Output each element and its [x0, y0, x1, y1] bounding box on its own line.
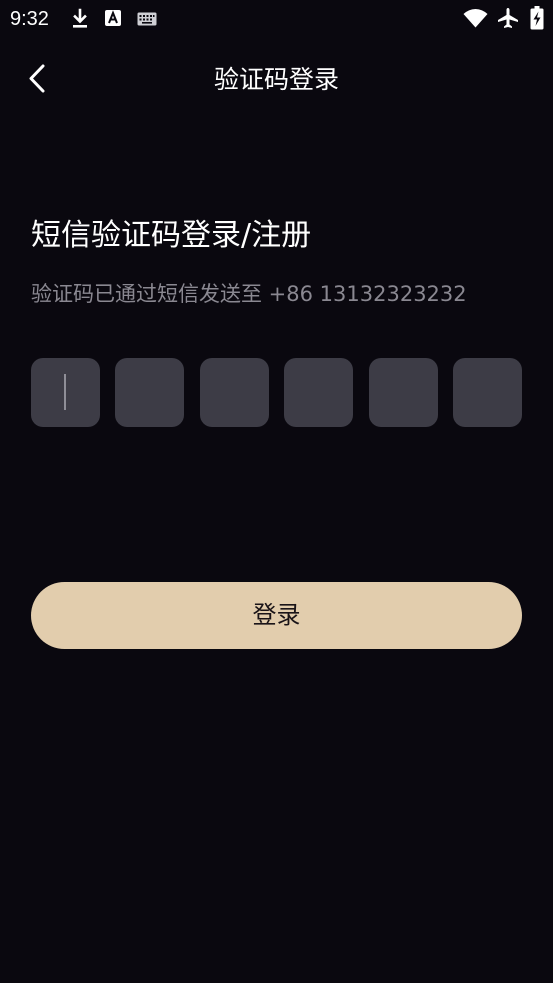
section-heading: 短信验证码登录/注册 — [31, 218, 312, 253]
download-icon — [70, 8, 90, 34]
header: 验证码登录 — [0, 50, 553, 110]
code-digit-box[interactable] — [115, 358, 185, 427]
login-button[interactable]: 登录 — [31, 582, 522, 649]
verification-code-input[interactable] — [31, 358, 522, 427]
status-bar: 9:32 — [0, 0, 553, 38]
wifi-icon — [463, 8, 488, 32]
battery-charging-icon — [530, 6, 544, 34]
font-a-icon — [104, 9, 122, 31]
airplane-icon — [497, 7, 519, 33]
code-digit-box[interactable] — [199, 358, 269, 427]
status-time: 9:32 — [10, 8, 49, 30]
page-title: 验证码登录 — [213, 65, 339, 94]
code-digit-box[interactable] — [31, 358, 100, 427]
screen: 9:32 验证码登录 短信验证码登录/注册 验证码已通过短信发送至 +86 13… — [0, 0, 553, 983]
sms-sent-notice: 验证码已通过短信发送至 +86 13132323232 — [31, 282, 467, 306]
text-cursor — [64, 374, 66, 410]
code-digit-box[interactable] — [453, 358, 522, 427]
code-digit-box[interactable] — [284, 358, 354, 427]
code-digit-box[interactable] — [368, 358, 438, 427]
keyboard-icon — [137, 11, 157, 30]
